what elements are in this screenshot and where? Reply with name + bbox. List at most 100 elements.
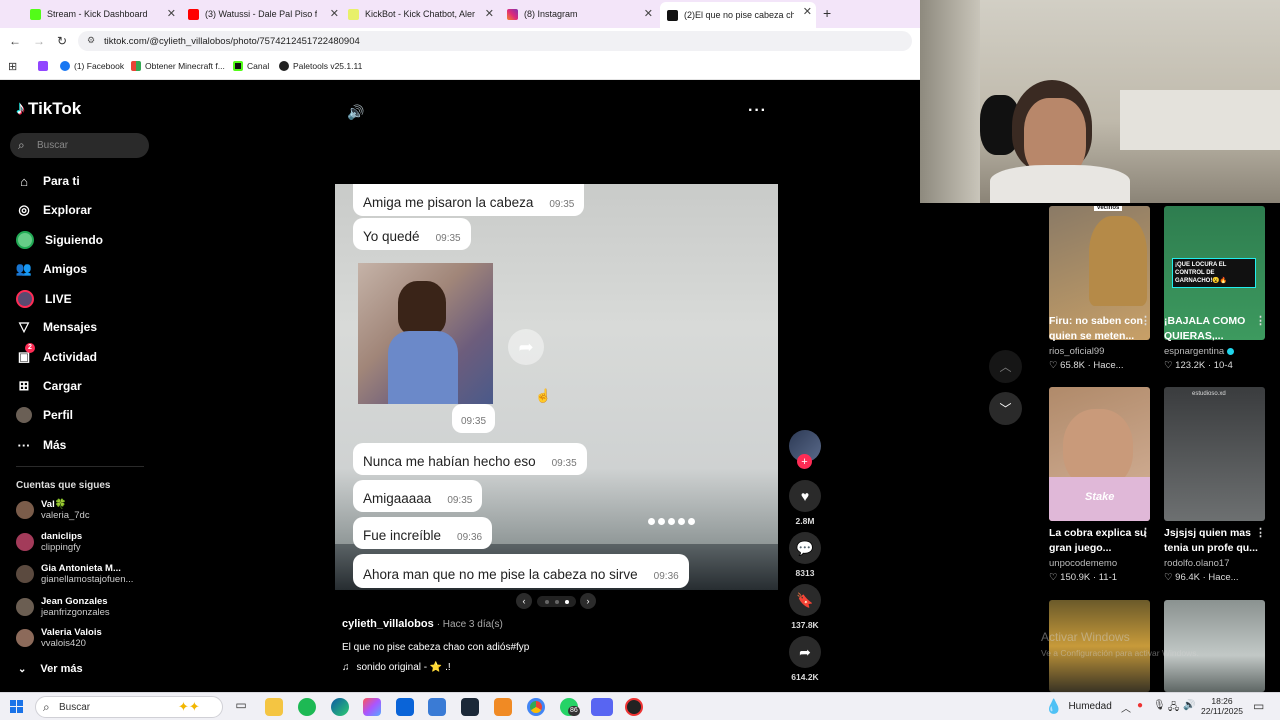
reload-icon[interactable]: ↻ xyxy=(57,34,67,48)
carousel-prev-button[interactable]: ‹ xyxy=(516,593,532,609)
author-name[interactable]: cylieth_villalobos xyxy=(342,618,434,630)
close-tab-icon[interactable]: ✕ xyxy=(803,5,812,18)
carousel-dot[interactable] xyxy=(544,599,549,604)
next-post-button[interactable]: ﹀ xyxy=(989,392,1022,425)
nav-amigos[interactable]: 👥 Amigos xyxy=(16,261,87,277)
comment-button[interactable]: 💬 xyxy=(789,532,821,564)
more-options-icon[interactable]: ⋮ xyxy=(1140,526,1151,539)
search-input[interactable]: ⌕ Buscar xyxy=(10,133,149,158)
forward-share-icon[interactable]: ➦ xyxy=(508,329,544,365)
chevron-up-icon[interactable]: ︿ xyxy=(1121,700,1131,715)
forward-arrow-icon[interactable]: → xyxy=(33,34,45,48)
chrome-icon[interactable] xyxy=(527,698,545,716)
steam-icon[interactable] xyxy=(461,698,479,716)
bookmark-canal[interactable]: Canal xyxy=(233,61,269,71)
chat-image[interactable] xyxy=(358,263,493,404)
message-text: Amigaaaaa xyxy=(363,491,432,506)
recommended-video-thumbnail[interactable]: Stake xyxy=(1049,387,1150,521)
file-explorer-icon[interactable] xyxy=(265,698,283,716)
start-windows-icon[interactable] xyxy=(10,700,23,713)
followed-account[interactable]: Val🍀 valeria_7dc xyxy=(16,499,90,521)
obs-icon[interactable] xyxy=(625,698,643,716)
chat-bubble: Fue increíble 09:36 xyxy=(353,517,493,549)
carousel-next-button[interactable]: › xyxy=(580,593,596,609)
close-tab-icon[interactable]: ✕ xyxy=(644,7,653,20)
tab-youtube[interactable]: (3) Watussi - Dale Pal Piso ft. Jc ✕ xyxy=(188,4,343,24)
back-arrow-icon[interactable]: ← xyxy=(9,34,21,48)
facebook-icon xyxy=(60,61,70,71)
more-options-icon[interactable]: ⋮ xyxy=(1255,314,1266,327)
video-author[interactable]: unpocodememo xyxy=(1049,558,1117,569)
recommended-video-thumbnail[interactable]: estudioso.xd xyxy=(1164,387,1265,521)
carousel-dot[interactable] xyxy=(554,599,559,604)
message-time: 09:35 xyxy=(447,495,473,506)
more-options-icon[interactable]: ⋮ xyxy=(1140,314,1151,327)
tab-kickbot[interactable]: KickBot - Kick Chatbot, Alerts, T ✕ xyxy=(348,4,498,24)
taskbar-search-input[interactable]: ⌕ Buscar ✦✦ xyxy=(35,696,223,718)
bookmark-twitch[interactable] xyxy=(38,61,52,71)
webcam-overlay xyxy=(920,0,1280,203)
copilot-icon[interactable] xyxy=(363,698,381,716)
close-tab-icon[interactable]: ✕ xyxy=(167,7,176,20)
avatar xyxy=(16,598,34,616)
app-icon[interactable] xyxy=(494,698,512,716)
network-icon[interactable]: 🖧 xyxy=(1168,700,1179,717)
carousel-dot[interactable] xyxy=(564,599,569,604)
followed-account[interactable]: Valeria Valois vvalois420 xyxy=(16,627,102,649)
nav-actividad[interactable]: ▣ 2 Actividad xyxy=(16,343,97,365)
more-options-icon[interactable]: ⋮ xyxy=(1255,526,1266,539)
tab-kick-dashboard[interactable]: Stream - Kick Dashboard ✕ xyxy=(30,4,180,24)
volume-icon[interactable]: 🔊 xyxy=(1183,700,1195,711)
close-tab-icon[interactable]: ✕ xyxy=(330,7,339,20)
url-field[interactable]: ⚙ tiktok.com/@cylieth_villalobos/photo/7… xyxy=(78,31,912,51)
recommended-video-thumbnail[interactable] xyxy=(1164,600,1265,692)
previous-post-button[interactable]: ︿ xyxy=(989,350,1022,383)
task-view-icon[interactable]: ▭ xyxy=(232,698,250,716)
bookmark-minecraft[interactable]: Obtener Minecraft f... xyxy=(131,61,225,71)
nav-explorar[interactable]: ◎ Explorar xyxy=(16,202,91,218)
photo-post[interactable]: Amiga me pisaron la cabeza 09:35 Yo quedé… xyxy=(335,184,778,590)
followed-account[interactable]: Gia Antonieta M... gianellamostajofuen... xyxy=(16,563,133,585)
recommended-video-thumbnail[interactable] xyxy=(1049,600,1150,692)
nav-cargar[interactable]: ⊞ Cargar xyxy=(16,378,82,394)
see-more-button[interactable]: ⌄ Ver más xyxy=(18,663,83,675)
tray-app-icon[interactable]: ● xyxy=(1137,700,1143,711)
nav-mensajes[interactable]: ▽ Mensajes xyxy=(16,319,97,335)
nav-mas[interactable]: ··· Más xyxy=(16,437,67,453)
microphone-icon[interactable]: 🎙 xyxy=(1153,700,1166,711)
video-author-row[interactable]: espnargentina xyxy=(1164,346,1235,357)
discord-icon[interactable] xyxy=(591,698,613,716)
video-author[interactable]: rodolfo.olano17 xyxy=(1164,558,1230,569)
video-author[interactable]: rios_oficial99 xyxy=(1049,346,1104,357)
close-tab-icon[interactable]: ✕ xyxy=(485,7,494,20)
weather-widget[interactable]: 💧 Humedad xyxy=(1045,698,1112,715)
apps-grid-icon[interactable]: ⊞ xyxy=(8,60,17,73)
tiktok-logo[interactable]: ♪ TikTok xyxy=(16,98,81,119)
volume-icon[interactable]: 🔊 xyxy=(347,104,364,121)
followed-account[interactable]: Jean Gonzales jeanfrizgonzales xyxy=(16,596,110,618)
outlook-icon[interactable] xyxy=(396,698,414,716)
nav-live[interactable]: LIVE xyxy=(16,290,72,308)
bookmark-facebook[interactable]: (1) Facebook xyxy=(60,61,124,71)
followed-account[interactable]: daniclips clippingfy xyxy=(16,531,82,553)
site-info-icon[interactable]: ⚙ xyxy=(87,35,95,46)
bookmark-paletools[interactable]: Paletools v25.1.11 xyxy=(279,61,362,71)
follow-plus-icon[interactable]: + xyxy=(797,454,812,469)
edge-icon[interactable] xyxy=(331,698,349,716)
nav-perfil[interactable]: Perfil xyxy=(16,407,73,423)
share-button[interactable]: ➦ xyxy=(789,636,821,668)
nav-para-ti[interactable]: ⌂ Para ti xyxy=(16,173,80,189)
tab-tiktok-active[interactable]: (2)El que no pise cabeza chao c ✕ xyxy=(660,2,816,28)
nav-siguiendo[interactable]: Siguiendo xyxy=(16,231,103,249)
clock[interactable]: 18:26 22/11/2025 xyxy=(1200,696,1244,716)
more-options-icon[interactable]: ··· xyxy=(748,102,767,120)
notifications-icon[interactable]: ▭ xyxy=(1253,699,1264,713)
spotify-icon[interactable] xyxy=(298,698,316,716)
like-button[interactable]: ♥ xyxy=(789,480,821,512)
whatsapp-icon[interactable]: 86 xyxy=(560,698,580,716)
tab-instagram[interactable]: (8) Instagram ✕ xyxy=(507,4,657,24)
new-tab-plus-icon[interactable]: + xyxy=(823,5,831,21)
store-icon[interactable] xyxy=(428,698,446,716)
save-button[interactable]: 🔖 xyxy=(789,584,821,616)
sound-link[interactable]: ♫ sonido original - ⭐ .! xyxy=(342,662,451,673)
